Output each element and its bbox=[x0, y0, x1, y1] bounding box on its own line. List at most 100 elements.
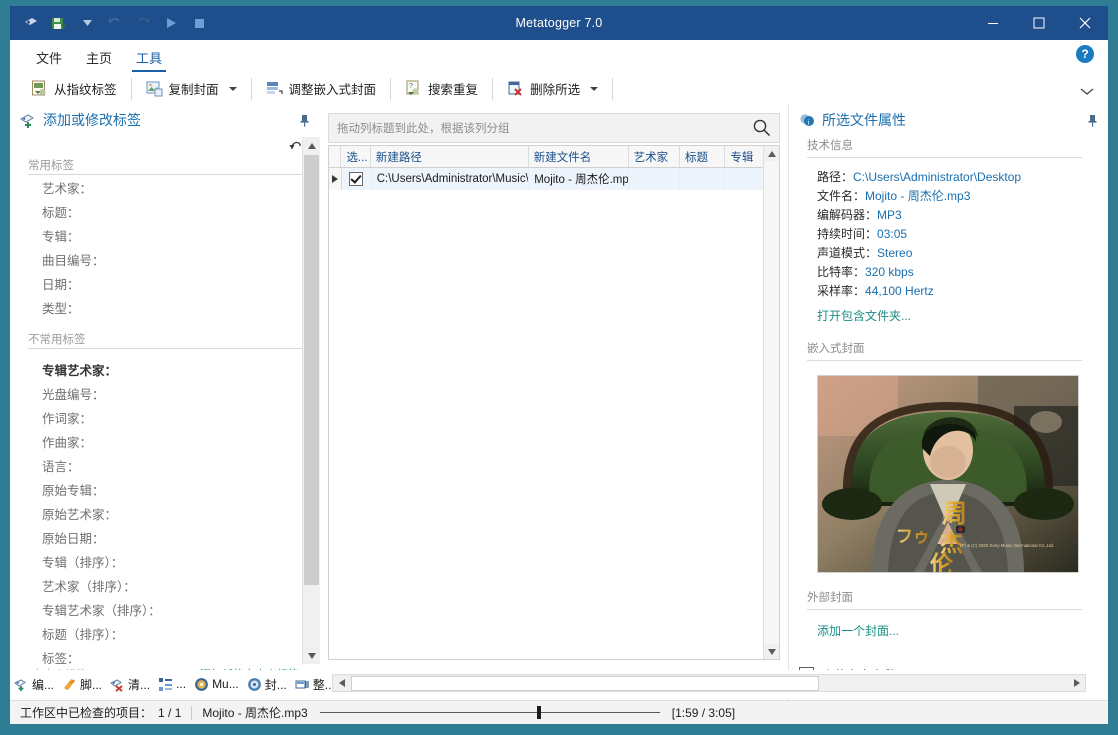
copy-cover-button[interactable]: 复制封面 bbox=[137, 76, 246, 102]
tag-row-title[interactable]: 标题： bbox=[10, 199, 320, 223]
search-icon[interactable] bbox=[752, 118, 771, 140]
table-row[interactable]: C:\Users\Administrator\Music\ Mojito - 周… bbox=[329, 168, 779, 190]
tag-value-input[interactable] bbox=[84, 457, 290, 473]
window-controls bbox=[970, 6, 1108, 40]
maximize-button[interactable] bbox=[1016, 6, 1062, 40]
tag-value-input[interactable] bbox=[109, 529, 290, 545]
resize-embedded-cover-button[interactable]: 调整嵌入式封面 bbox=[257, 76, 386, 102]
tag-row-album[interactable]: 专辑： bbox=[10, 223, 320, 247]
tag-value-input[interactable] bbox=[109, 385, 290, 401]
tag-value-input[interactable] bbox=[109, 251, 290, 267]
delete-selected-button[interactable]: 删除所选 bbox=[498, 76, 607, 102]
chevron-down-icon[interactable] bbox=[590, 86, 599, 91]
find-duplicates-button[interactable]: ? 搜索重复 bbox=[396, 76, 487, 102]
row-checkbox[interactable] bbox=[342, 168, 372, 190]
scroll-down-arrow[interactable] bbox=[764, 644, 779, 659]
tag-row-artist[interactable]: 艺术家： bbox=[10, 175, 320, 199]
scroll-left-arrow[interactable] bbox=[333, 675, 350, 691]
tag-value-input[interactable] bbox=[84, 203, 290, 219]
play-icon[interactable] bbox=[158, 10, 184, 36]
minimize-button[interactable] bbox=[970, 6, 1016, 40]
column-header-new-filename[interactable]: 新建文件名 bbox=[529, 146, 629, 167]
add-tag-icon bbox=[20, 112, 37, 129]
left-panel-scrollbar[interactable] bbox=[302, 137, 320, 664]
help-icon[interactable]: ? bbox=[1076, 45, 1094, 63]
scroll-right-arrow[interactable] bbox=[1068, 675, 1085, 691]
tag-icon[interactable] bbox=[18, 10, 44, 36]
bottom-tab-clear-tags[interactable]: 清... bbox=[106, 674, 154, 695]
resize-cover-icon bbox=[266, 80, 283, 97]
bottom-tab-cover[interactable]: 封... bbox=[243, 674, 291, 695]
tag-value-input[interactable] bbox=[96, 433, 290, 449]
bottom-tab-organize[interactable]: ... bbox=[154, 675, 190, 694]
stop-icon[interactable] bbox=[186, 10, 212, 36]
tag-row-original-album[interactable]: 原始专辑： bbox=[10, 477, 320, 501]
undo-icon[interactable] bbox=[102, 10, 128, 36]
tag-value-input[interactable] bbox=[165, 601, 290, 617]
close-button[interactable] bbox=[1062, 6, 1108, 40]
tag-value-input[interactable] bbox=[121, 361, 290, 377]
tag-row-language[interactable]: 语言： bbox=[10, 453, 320, 477]
tag-value-input[interactable] bbox=[96, 409, 290, 425]
tag-row-date[interactable]: 日期： bbox=[10, 271, 320, 295]
tag-value-input[interactable] bbox=[127, 553, 290, 569]
tag-row-album-artist-sort[interactable]: 专辑艺术家（排序）： bbox=[10, 597, 320, 621]
open-containing-folder-link[interactable]: 打开包含文件夹... bbox=[789, 307, 1100, 324]
tag-value-input[interactable] bbox=[127, 625, 290, 641]
pin-icon[interactable] bbox=[299, 114, 310, 130]
chevron-down-icon[interactable] bbox=[228, 86, 237, 91]
redo-icon[interactable] bbox=[130, 10, 156, 36]
ribbon-collapse-button[interactable] bbox=[1080, 85, 1094, 99]
tag-row-album-artist[interactable]: 专辑艺术家： bbox=[10, 357, 320, 381]
scroll-thumb[interactable] bbox=[351, 675, 820, 691]
grid-horizontal-scrollbar[interactable] bbox=[332, 674, 1086, 692]
scroll-up-arrow[interactable] bbox=[764, 146, 779, 161]
tab-file[interactable]: 文件 bbox=[24, 45, 74, 72]
info-icon: i bbox=[799, 112, 816, 129]
tag-value-input[interactable] bbox=[84, 649, 290, 665]
column-header-artist[interactable]: 艺术家 bbox=[629, 146, 681, 167]
tag-value-input[interactable] bbox=[84, 299, 290, 315]
scroll-up-arrow[interactable] bbox=[303, 137, 320, 154]
dropdown-arrow-icon[interactable] bbox=[74, 10, 100, 36]
embedded-cover-image[interactable]: 周 杰 伦 フゥ (P) & (C) 2020 Sony Music Inter… bbox=[817, 375, 1079, 573]
tag-value-input[interactable] bbox=[84, 227, 290, 243]
playback-seek-slider[interactable] bbox=[319, 706, 660, 720]
column-header-title[interactable]: 标题 bbox=[680, 146, 726, 167]
tag-value-input[interactable] bbox=[109, 481, 290, 497]
grid-vertical-scrollbar[interactable] bbox=[763, 146, 779, 659]
tag-row-artist-sort[interactable]: 艺术家（排序）： bbox=[10, 573, 320, 597]
tag-row-genre[interactable]: 类型： bbox=[10, 295, 320, 319]
tag-value-input[interactable] bbox=[121, 505, 290, 521]
tag-label: 专辑： bbox=[42, 229, 80, 244]
column-header-select[interactable]: 选... bbox=[341, 146, 371, 167]
tag-value-input[interactable] bbox=[84, 275, 290, 291]
bottom-tab-script[interactable]: 脚... bbox=[58, 674, 106, 695]
tag-row-title-sort[interactable]: 标题（排序）： bbox=[10, 621, 320, 645]
row-indicator bbox=[329, 168, 343, 190]
seek-knob[interactable] bbox=[537, 706, 542, 719]
tag-value-input[interactable] bbox=[140, 577, 290, 593]
from-fingerprint-tag-button[interactable]: 从指纹标签 bbox=[22, 76, 126, 102]
tag-row-track-number[interactable]: 曲目编号： bbox=[10, 247, 320, 271]
tag-row-original-artist[interactable]: 原始艺术家： bbox=[10, 501, 320, 525]
scroll-down-arrow[interactable] bbox=[303, 647, 320, 664]
bottom-tab-musicbrainz[interactable]: Mu... bbox=[190, 675, 243, 694]
tag-row-composer[interactable]: 作曲家： bbox=[10, 429, 320, 453]
tag-value-input[interactable] bbox=[96, 179, 290, 195]
bottom-tab-edit-tags[interactable]: 编... bbox=[10, 674, 58, 695]
tag-row-lyricist[interactable]: 作词家： bbox=[10, 405, 320, 429]
tab-tools[interactable]: 工具 bbox=[124, 45, 174, 72]
group-by-drop-area[interactable]: 拖动列标题到此处，根据该列分组 bbox=[328, 113, 780, 143]
scroll-thumb[interactable] bbox=[304, 155, 319, 585]
save-icon[interactable] bbox=[46, 10, 72, 36]
tag-row-album-sort[interactable]: 专辑（排序）： bbox=[10, 549, 320, 573]
add-a-cover-link[interactable]: 添加一个封面... bbox=[789, 622, 1100, 639]
prop-duration: 持续时间：03:05 bbox=[789, 225, 1100, 244]
pin-icon[interactable] bbox=[1087, 114, 1098, 130]
tag-row-original-date[interactable]: 原始日期： bbox=[10, 525, 320, 549]
tab-home[interactable]: 主页 bbox=[74, 45, 124, 72]
tag-row-disc-number[interactable]: 光盘编号： bbox=[10, 381, 320, 405]
column-header-new-path[interactable]: 新建路径 bbox=[371, 146, 529, 167]
column-header-album[interactable]: 专辑 bbox=[725, 146, 768, 167]
